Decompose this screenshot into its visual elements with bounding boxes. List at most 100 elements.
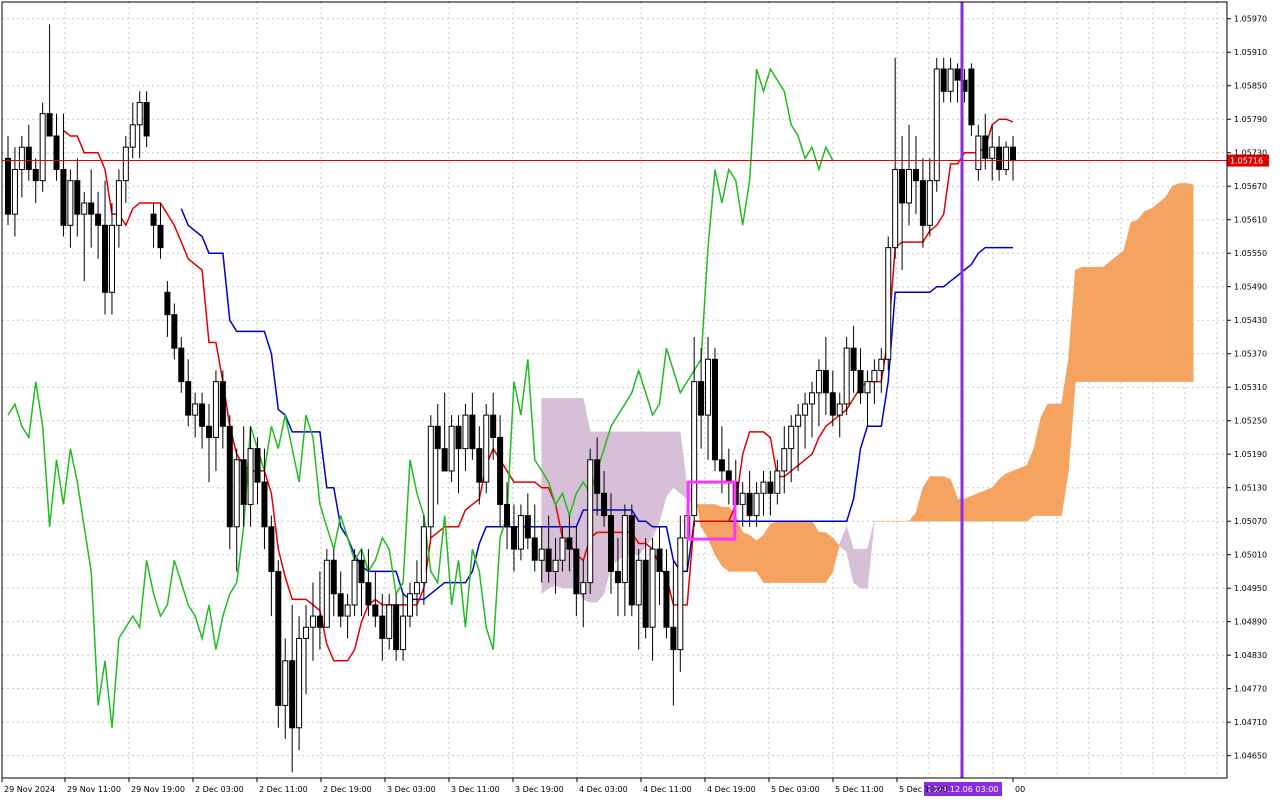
candle-body bbox=[240, 459, 247, 505]
candle-body bbox=[691, 381, 698, 517]
cloud-segment bbox=[998, 473, 1007, 522]
candle-body bbox=[233, 459, 240, 528]
cloud-segment bbox=[1019, 464, 1028, 522]
y-tick-label: 1.05250 bbox=[1234, 417, 1267, 426]
candle-body bbox=[53, 135, 60, 170]
x-tick-label: 4 Dec 11:00 bbox=[643, 785, 692, 794]
cloud-segment bbox=[659, 431, 667, 522]
candle-body bbox=[164, 291, 171, 316]
x-tick-label: 5 Dec 19:00 bbox=[899, 785, 948, 794]
candle-body bbox=[108, 224, 115, 293]
cloud-segment bbox=[943, 476, 951, 522]
candle-body bbox=[545, 548, 552, 572]
y-tick-label: 1.04650 bbox=[1234, 752, 1267, 761]
cloud-segment bbox=[1033, 417, 1041, 516]
candle-body bbox=[774, 470, 781, 494]
candle-body bbox=[323, 559, 330, 628]
candle-body bbox=[663, 570, 670, 628]
cloud-segment bbox=[645, 431, 653, 548]
candle-body bbox=[1010, 146, 1016, 162]
cloud-segment bbox=[1026, 448, 1035, 522]
candle-body bbox=[115, 180, 122, 226]
candle-body bbox=[912, 168, 919, 182]
candle-body bbox=[254, 448, 261, 483]
candle-body bbox=[885, 247, 892, 360]
indicator-lines bbox=[7, 67, 1014, 728]
cloud-segment bbox=[1172, 183, 1180, 382]
y-tick-label: 1.04770 bbox=[1234, 685, 1267, 694]
candle-body bbox=[510, 526, 517, 550]
x-tick-label: 29 Nov 19:00 bbox=[131, 785, 185, 794]
candle-body bbox=[393, 604, 400, 651]
candle-body bbox=[261, 481, 268, 528]
candle-body bbox=[531, 537, 538, 561]
y-tick-label: 1.04890 bbox=[1234, 618, 1267, 627]
candle-body bbox=[372, 604, 379, 617]
candle-body bbox=[996, 146, 1003, 170]
chart-svg[interactable]: 1.057162024.12.06 03:00 1.059701.059101.… bbox=[0, 0, 1280, 800]
candle-body bbox=[497, 436, 504, 505]
candle-body bbox=[587, 459, 594, 584]
candle-body bbox=[614, 570, 621, 584]
candle-body bbox=[1003, 146, 1010, 170]
candle-body bbox=[81, 202, 88, 215]
candle-body bbox=[434, 425, 441, 450]
cloud-segment bbox=[1005, 470, 1014, 522]
candle-body bbox=[850, 347, 857, 371]
candle-body bbox=[309, 615, 316, 628]
y-tick-label: 1.04830 bbox=[1234, 651, 1267, 660]
x-tick-label: 3 Dec 11:00 bbox=[451, 785, 500, 794]
candle-body bbox=[642, 559, 649, 628]
cloud-segment bbox=[714, 504, 723, 567]
candle-body bbox=[573, 548, 580, 595]
candle-body bbox=[129, 124, 136, 148]
candle-body bbox=[767, 481, 774, 494]
cloud-segment bbox=[790, 520, 799, 583]
cloud-segment bbox=[1123, 222, 1132, 382]
x-tick-label: 3 Dec 03:00 bbox=[387, 785, 436, 794]
candle-body bbox=[718, 459, 725, 472]
candle-body bbox=[11, 168, 18, 215]
cloud-segment bbox=[1144, 208, 1152, 382]
candle-body bbox=[601, 492, 608, 517]
cloud-segment bbox=[853, 548, 861, 589]
y-tick-label: 1.05370 bbox=[1234, 350, 1267, 359]
candle-body bbox=[968, 68, 975, 126]
cloud-segment bbox=[707, 504, 716, 555]
candle-body bbox=[559, 537, 566, 561]
candle-body bbox=[649, 548, 656, 628]
candle-body bbox=[677, 537, 684, 651]
candle-body bbox=[427, 425, 434, 528]
x-tick-label: 00 bbox=[1015, 785, 1025, 794]
y-tick-label: 1.05730 bbox=[1234, 149, 1267, 158]
x-tick-label: 5 Dec 11:00 bbox=[835, 785, 884, 794]
candle-body bbox=[448, 425, 455, 472]
candle-body bbox=[400, 615, 407, 651]
overlays: 1.057162024.12.06 03:00 bbox=[2, 2, 1269, 796]
y-tick-label: 1.05610 bbox=[1234, 216, 1267, 225]
cloud-segment bbox=[1116, 249, 1125, 382]
candle-body bbox=[122, 146, 129, 182]
candle-body bbox=[476, 448, 483, 483]
candle-body bbox=[303, 626, 310, 639]
candle-body bbox=[150, 213, 157, 226]
candle-body bbox=[379, 615, 386, 639]
y-tick-label: 1.05430 bbox=[1234, 316, 1267, 325]
cloud-segment bbox=[825, 531, 834, 584]
candle-body bbox=[212, 381, 219, 438]
candle-body bbox=[705, 358, 712, 416]
candle-body bbox=[32, 168, 39, 182]
candle-body bbox=[483, 414, 490, 483]
candles bbox=[5, 24, 1016, 773]
candle-body bbox=[60, 168, 67, 226]
candle-body bbox=[46, 113, 53, 137]
candle-body bbox=[802, 403, 809, 416]
y-tick-label: 1.05970 bbox=[1234, 15, 1267, 24]
candle-body bbox=[420, 526, 427, 584]
candle-body bbox=[25, 146, 32, 170]
ichimoku-chart[interactable]: 1.05716 2024.12.06 03:00 1.05970 1.05910 1.… bbox=[0, 0, 1280, 800]
cloud-segment bbox=[1186, 183, 1194, 382]
cloud-segment bbox=[991, 478, 1000, 522]
cloud-segment bbox=[638, 431, 646, 556]
cloud-segment bbox=[1151, 202, 1159, 382]
